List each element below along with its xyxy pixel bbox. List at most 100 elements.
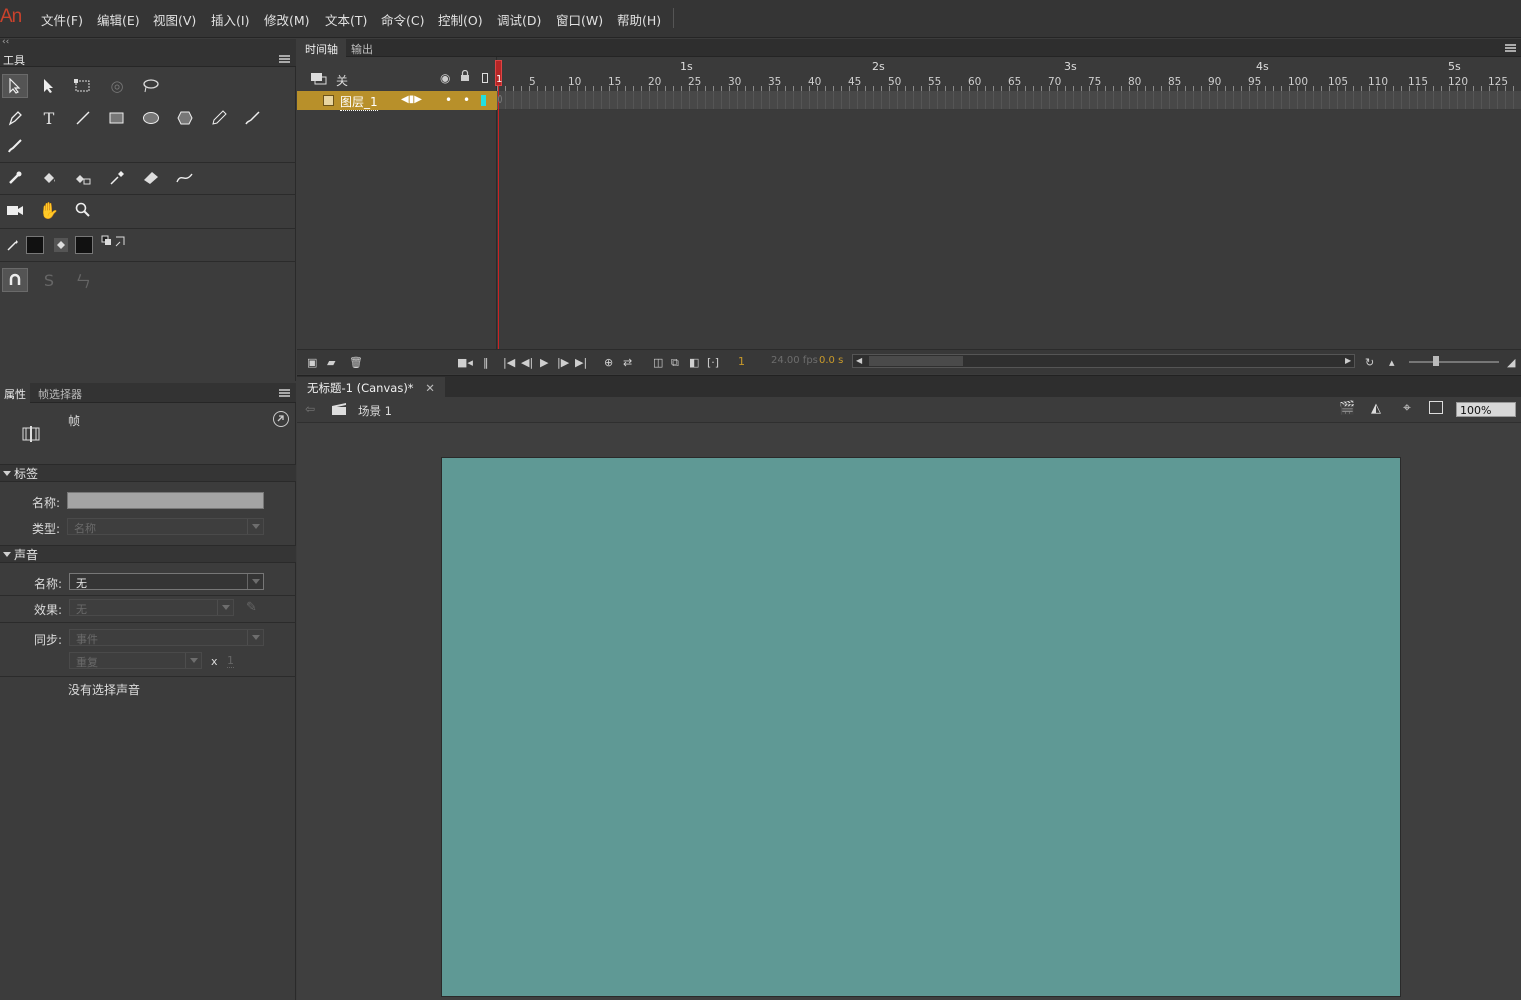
paint-brush-tool-icon[interactable] [240,106,266,130]
prev-frame-icon[interactable]: ◀| [521,356,533,369]
menu-view[interactable]: 视图(V) [153,10,196,29]
camera-toggle-icon[interactable]: ■◂ [457,356,473,369]
subselection-tool-icon[interactable] [36,74,62,98]
onion-markers-icon[interactable]: [·] [707,356,719,369]
free-transform-tool-icon[interactable] [70,74,96,98]
edit-multiple-icon[interactable]: ◧ [689,356,699,369]
timeline-scrollbar[interactable]: ◀ ▶ [852,354,1355,368]
menu-file[interactable]: 文件(F) [41,10,83,29]
stroke-color-swatch[interactable] [26,236,44,254]
zoom-tool-icon[interactable] [70,198,96,222]
label-type-select[interactable]: 名称 [67,518,264,535]
layer-color-swatch[interactable] [481,95,486,106]
menu-help[interactable]: 帮助(H) [617,10,661,29]
line-tool-icon[interactable] [70,106,96,130]
close-icon[interactable]: ✕ [425,381,435,395]
clip-content-icon[interactable] [1429,401,1443,414]
loop-icon[interactable]: ⇄ [623,356,632,369]
panel-menu-icon[interactable] [279,389,290,397]
edit-scene-icon[interactable]: 🎬 [1339,401,1355,416]
snap-to-objects-icon[interactable] [2,268,28,292]
document-tab[interactable]: 无标题-1 (Canvas)* ✕ [297,377,445,398]
last-frame-icon[interactable]: ▶| [575,356,587,369]
polystar-tool-icon[interactable] [172,106,198,130]
straighten-icon[interactable]: ㄣ [70,268,96,292]
edit-symbol-icon[interactable]: ◭ [1371,401,1381,416]
stroke-color-icon[interactable] [0,233,26,257]
menu-debug[interactable]: 调试(D) [497,10,541,29]
layer-nav-icon[interactable]: ◀▮▶ [401,94,422,105]
zoom-in-frames-icon[interactable]: ◢ [1507,356,1515,369]
rectangle-tool-icon[interactable] [104,106,130,130]
tab-output[interactable]: 输出 [343,39,381,57]
menu-insert[interactable]: 插入(I) [211,10,249,29]
pen-tool-icon[interactable] [2,106,28,130]
selection-tool-icon[interactable] [2,74,28,98]
3d-rotation-tool-icon[interactable]: ◎ [104,74,130,98]
bone-tool-icon[interactable] [2,166,28,190]
fill-color-icon[interactable] [48,233,74,257]
menu-control[interactable]: 控制(O) [438,10,483,29]
current-frame[interactable]: 1 [738,355,745,368]
next-frame-icon[interactable]: |▶ [557,356,569,369]
width-tool-icon[interactable] [172,166,198,190]
new-layer-icon[interactable]: ▣ [307,356,317,369]
new-folder-icon[interactable]: ▰ [327,356,335,369]
tools-collapse-bar[interactable]: ‹‹ [0,37,296,50]
menu-text[interactable]: 文本(T) [325,10,367,29]
camera-tool-icon[interactable] [2,198,28,222]
reset-icon[interactable]: ↻ [1365,356,1374,369]
frame-rate[interactable]: 24.00 fps [771,355,818,366]
zoom-field[interactable]: 100% [1456,402,1516,417]
sound-effect-select[interactable]: 无 [69,599,234,616]
smooth-icon[interactable]: S [36,268,62,292]
elapsed-time[interactable]: 0.0 s [819,355,843,366]
layer-row[interactable]: 图层_1 ◀▮▶ • • [297,91,497,111]
eye-icon[interactable]: ◉ [440,71,450,85]
lock-icon[interactable] [460,69,470,82]
trash-icon[interactable]: 🗑 [349,356,363,369]
sound-sync-select[interactable]: 事件 [69,629,264,646]
tab-timeline[interactable]: 时间轴 [297,39,346,57]
scrollbar-thumb[interactable] [869,356,963,366]
swap-colors-icon[interactable] [101,235,129,249]
help-icon[interactable] [273,411,289,427]
repeat-times-value[interactable]: 1 [227,654,234,668]
scroll-right-icon[interactable]: ▶ [1345,356,1351,365]
lock-dot[interactable]: • [463,93,470,107]
play-icon[interactable]: ▶ [540,356,548,369]
tab-properties[interactable]: 属性 [0,383,30,403]
outline-icon[interactable] [482,73,488,83]
collapse-icon[interactable]: ‹‹ [2,37,9,47]
layer-name[interactable]: 图层_1 [340,93,378,111]
lasso-tool-icon[interactable] [138,74,164,98]
stage-canvas[interactable] [441,457,1401,997]
center-frame-icon[interactable]: ⊕ [604,356,613,369]
first-frame-icon[interactable]: |◀ [503,356,515,369]
hand-tool-icon[interactable]: ✋ [36,198,62,222]
panel-menu-icon[interactable] [1505,44,1516,52]
brush-tool-icon[interactable] [2,134,28,158]
eraser-tool-icon[interactable] [138,166,164,190]
onion-skin-icon[interactable]: ◫ [653,356,663,369]
label-name-input[interactable] [67,492,264,509]
edit-envelope-icon[interactable]: ✎ [246,600,257,615]
layer-stack-icon[interactable] [311,73,327,85]
label-section-header[interactable]: 标签 [0,464,296,482]
ink-bottle-tool-icon[interactable] [70,166,96,190]
center-stage-icon[interactable]: ⌖ [1403,400,1411,416]
pencil-tool-icon[interactable] [206,106,232,130]
frame-zoom-slider[interactable] [1409,356,1499,366]
zoom-out-frames-icon[interactable]: ▴ [1389,356,1395,369]
oval-tool-icon[interactable] [138,106,164,130]
back-arrow-icon[interactable]: ⇦ [305,402,315,416]
paint-bucket-tool-icon[interactable] [36,166,62,190]
onion-outline-icon[interactable]: ⧉ [671,356,679,370]
frame-cells-row[interactable] [497,91,1521,110]
sound-repeat-select[interactable]: 重复 [69,652,202,669]
menu-modify[interactable]: 修改(M) [264,10,310,29]
menu-commands[interactable]: 命令(C) [381,10,424,29]
menu-edit[interactable]: 编辑(E) [97,10,140,29]
tab-frame-picker[interactable]: 帧选择器 [34,383,86,403]
fill-color-swatch[interactable] [75,236,93,254]
